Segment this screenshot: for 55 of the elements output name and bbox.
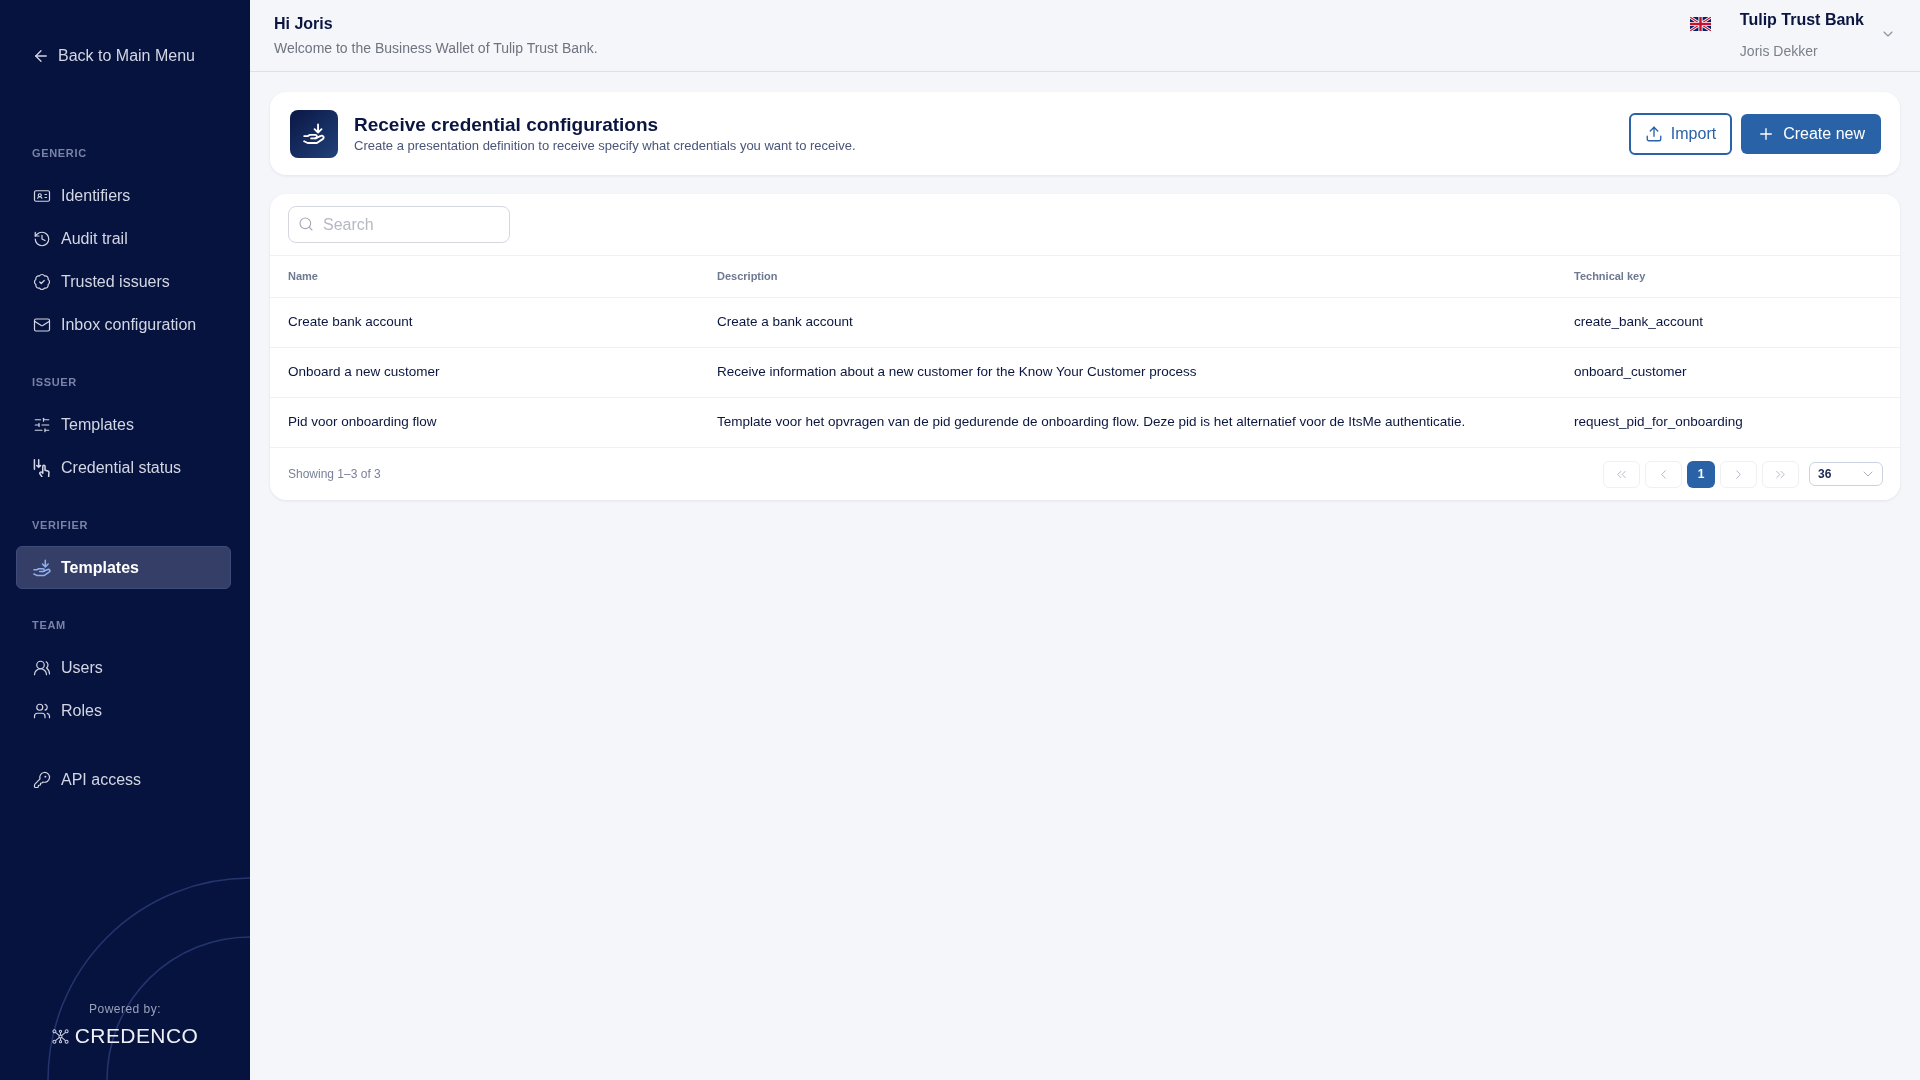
back-link[interactable]: Back to Main Menu	[16, 44, 195, 68]
key-icon	[33, 770, 51, 789]
sidebar-link[interactable]: Credential status	[16, 446, 231, 489]
sidebar-link[interactable]: Trusted issuers	[16, 260, 231, 303]
section-label: GENERIC	[31, 146, 88, 161]
powered-by-text: Powered by:	[89, 1001, 161, 1018]
page-size-select[interactable]: 36	[1809, 462, 1883, 486]
sidebar-link[interactable]: Identifiers	[16, 174, 231, 217]
welcome-text: Welcome to the Business Wallet of Tulip Trust Bank.	[274, 39, 598, 58]
import-button[interactable]: Import	[1628, 112, 1733, 155]
brand-logo-text: CREDENCO	[74, 1024, 199, 1048]
create-button[interactable]: Create new	[1741, 113, 1881, 154]
badge-check-icon	[33, 272, 51, 291]
sidebar-link[interactable]: Users	[16, 646, 231, 689]
search-icon	[298, 216, 314, 232]
greeting-text: Hi Joris	[274, 14, 334, 34]
hand-arrow-icon	[33, 558, 51, 577]
upload-icon	[1644, 124, 1663, 143]
mail-icon	[33, 315, 51, 334]
sidebar-link[interactable]: API access	[16, 758, 231, 801]
page-subtitle: Create a presentation definition to receive specify what credentials you want to receive.	[354, 138, 856, 154]
technical-key: create_bank_account	[1574, 312, 1704, 333]
section-label: ISSUER	[31, 375, 78, 390]
template-description: Receive information about a new customer for the Know Your Customer process	[717, 363, 1197, 382]
sliders-icon	[33, 415, 51, 434]
network-logo-icon	[51, 1028, 69, 1044]
section-label: TEAM	[31, 618, 67, 633]
flag-icon[interactable]	[1689, 17, 1711, 31]
organization-name: Tulip Trust Bank	[1739, 11, 1864, 29]
template-name: Onboard a new customer	[288, 363, 440, 382]
sidebar-link[interactable]: Audit trail	[16, 217, 231, 260]
arrow-hand-icon	[33, 458, 51, 477]
column-heading: Name	[288, 269, 318, 285]
template-description: Create a bank account	[717, 313, 853, 332]
column-heading: Description	[717, 269, 778, 285]
results-summary: Showing 1–3 of 3	[288, 466, 381, 483]
sidebar-link[interactable]: Roles	[16, 689, 231, 732]
column-heading: Technical key	[1574, 269, 1646, 285]
section-label: VERIFIER	[31, 518, 89, 533]
sidebar-link[interactable]: Inbox configuration	[16, 303, 231, 346]
template-description: Template voor het opvragen van de pid gedurende de onboarding flow. Deze pid is het alternatief voor de ItsMe authenticatie.	[717, 413, 1466, 432]
technical-key: request_pid_for_onboarding	[1574, 412, 1743, 433]
technical-key: onboard_customer	[1574, 362, 1687, 383]
search-field[interactable]: Search	[288, 206, 510, 243]
page-number-button[interactable]: 1	[1687, 460, 1715, 488]
template-name: Pid voor onboarding flow	[288, 413, 437, 432]
template-name: Create bank account	[288, 313, 413, 332]
history-icon	[33, 229, 51, 248]
sidebar-link[interactable]: Templates	[16, 546, 231, 589]
user-name: Joris Dekker	[1739, 42, 1819, 60]
people-icon	[33, 701, 51, 720]
users-icon	[33, 658, 51, 677]
page-title: Receive credential configurations	[354, 113, 660, 137]
sidebar-link[interactable]: Templates	[16, 403, 231, 446]
hand-arrow-tile-icon	[290, 109, 338, 158]
